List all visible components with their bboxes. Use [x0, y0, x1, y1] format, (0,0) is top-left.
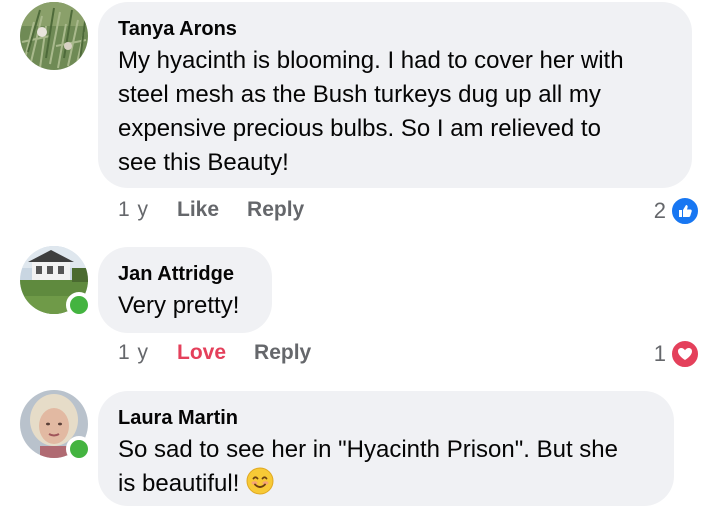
comment-timestamp[interactable]: 1 y [118, 340, 149, 366]
heart-icon [670, 339, 700, 369]
reply-button[interactable]: Reply [254, 340, 311, 366]
comment-text-line: see this Beauty! [118, 149, 289, 176]
love-button[interactable]: Love [177, 340, 226, 366]
online-status-indicator [66, 436, 92, 462]
avatar-photo-grass [20, 2, 88, 70]
like-button[interactable]: Like [177, 197, 219, 223]
like-icon [670, 196, 700, 226]
avatar[interactable] [20, 390, 92, 462]
comment-author[interactable]: Jan Attridge [118, 261, 250, 287]
comment-text-line: My hyacinth is blooming. I had to cover … [118, 47, 624, 74]
online-status-indicator [66, 292, 92, 318]
comment-text-line: So sad to see her in "Hyacinth Prison". … [118, 436, 618, 463]
comment-text-line-with-emoji: is beautiful! [118, 467, 652, 501]
comment-text-line: Very pretty! [118, 292, 240, 319]
comment-text: Very pretty! [118, 289, 250, 323]
smiling-face-emoji-icon [246, 467, 274, 495]
reply-button[interactable]: Reply [247, 197, 304, 223]
reaction-count: 1 [653, 341, 666, 366]
avatar[interactable] [20, 246, 92, 318]
comment-actions: 1 y Love Reply [118, 340, 339, 366]
comment-timestamp[interactable]: 1 y [118, 197, 149, 223]
comment-text: So sad to see her in "Hyacinth Prison". … [118, 433, 652, 501]
comment-bubble: Jan Attridge Very pretty! [98, 247, 272, 333]
reaction-count: 2 [653, 198, 666, 223]
comment-bubble: Laura Martin So sad to see her in "Hyaci… [98, 391, 674, 506]
comment-bubble: Tanya Arons My hyacinth is blooming. I h… [98, 2, 692, 188]
comment-thread: Tanya Arons My hyacinth is blooming. I h… [0, 0, 720, 506]
comment-text-line: steel mesh as the Bush turkeys dug up al… [118, 81, 601, 108]
comment-author[interactable]: Laura Martin [118, 405, 652, 431]
comment-text: My hyacinth is blooming. I had to cover … [118, 44, 670, 180]
comment-author[interactable]: Tanya Arons [118, 16, 670, 42]
comment-actions: 1 y Like Reply [118, 197, 332, 223]
comment-text-line: is beautiful! [118, 470, 240, 497]
reaction-summary[interactable]: 1 [654, 339, 700, 369]
avatar[interactable] [20, 2, 88, 70]
comment-text-line: expensive precious bulbs. So I am reliev… [118, 115, 601, 142]
reaction-summary[interactable]: 2 [654, 196, 700, 226]
